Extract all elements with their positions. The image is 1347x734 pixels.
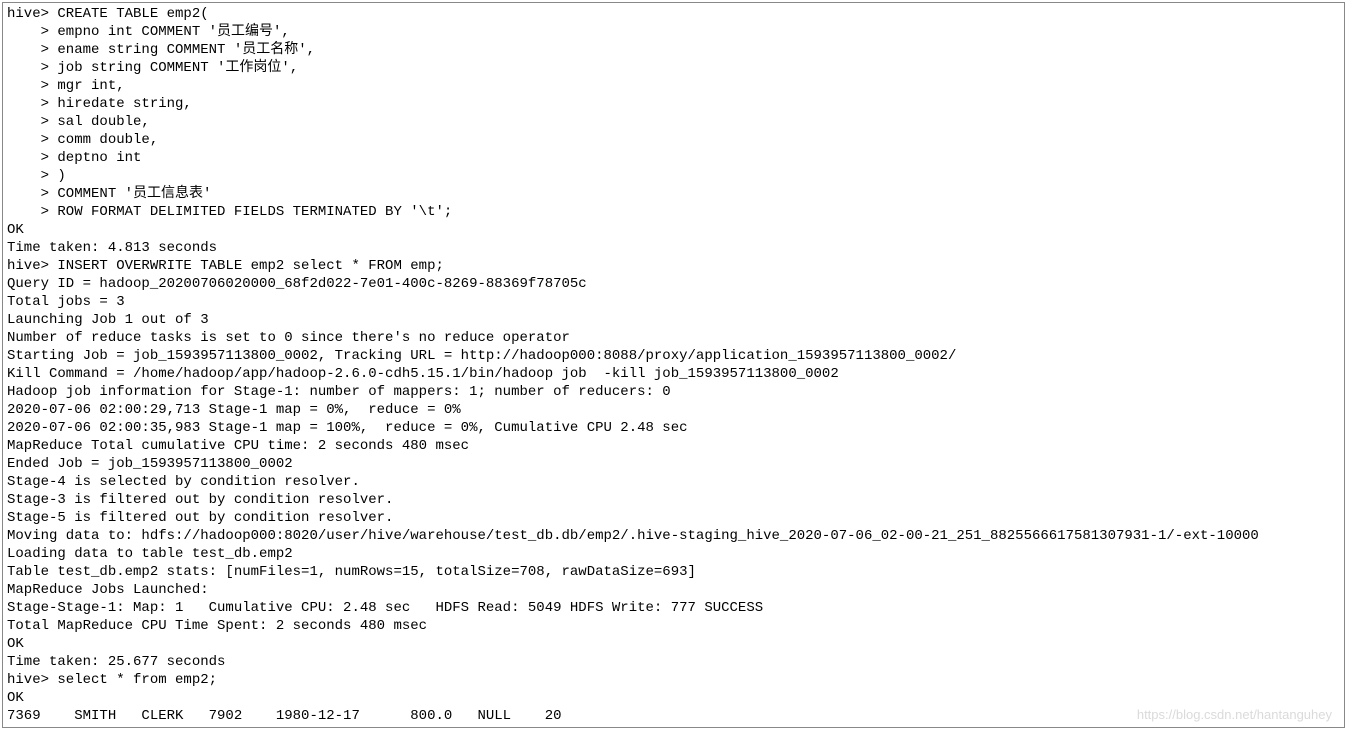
terminal-output: hive> CREATE TABLE emp2( > empno int COM… [3, 3, 1344, 727]
terminal-container[interactable]: hive> CREATE TABLE emp2( > empno int COM… [2, 2, 1345, 728]
